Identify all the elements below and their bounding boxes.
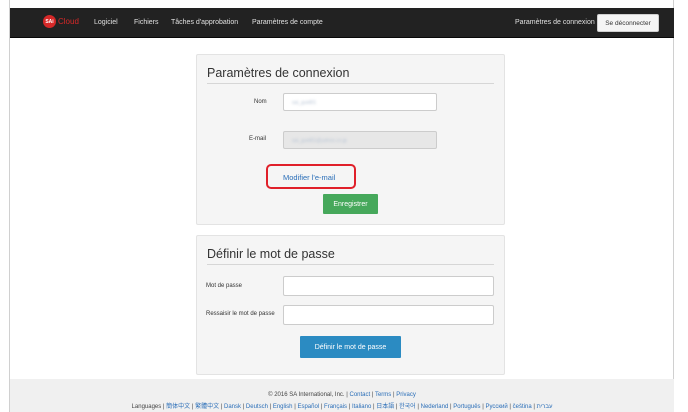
footer-languages-line: Languages | 簡体中文 | 繁體中文 | Dansk | Deutsc…: [131, 404, 553, 410]
top-navbar: SAi Cloud Logiciel Fichiers Tâches d'app…: [10, 8, 674, 38]
password-label: Mot de passe: [206, 283, 243, 289]
lang-link-cs[interactable]: čeština: [513, 404, 532, 410]
brand-cloud-text: Cloud: [58, 17, 79, 26]
lang-link-en[interactable]: English: [273, 404, 293, 410]
name-label: Nom: [254, 99, 267, 105]
password-panel-divider: [207, 264, 494, 265]
email-value: sai_guid01@yahoo.co.jp: [292, 138, 347, 144]
nav-item-logiciel[interactable]: Logiciel: [94, 19, 118, 26]
lang-link-zh-hant[interactable]: 繁體中文: [195, 404, 219, 410]
name-value: sai_guid01: [292, 100, 317, 106]
copyright-text: © 2016 SA International, Inc. |: [268, 392, 348, 398]
connection-panel-title: Paramètres de connexion: [207, 66, 350, 80]
languages-label: Languages |: [131, 404, 165, 410]
name-input[interactable]: sai_guid01: [283, 93, 437, 111]
lang-link-da[interactable]: Dansk: [224, 404, 241, 410]
lang-link-it[interactable]: Italiano: [352, 404, 371, 410]
lang-link-de[interactable]: Deutsch: [246, 404, 268, 410]
confirm-password-label: Ressaisir le mot de passe: [206, 311, 275, 317]
window-right-edge: [673, 0, 688, 412]
save-button[interactable]: Enregistrer: [323, 194, 378, 214]
email-label: E-mail: [249, 136, 267, 142]
footer-copyright-line: © 2016 SA International, Inc. | Contact …: [268, 392, 416, 398]
lang-link-ru[interactable]: Русский: [485, 404, 507, 410]
nav-item-connexion[interactable]: Paramètres de connexion: [515, 19, 595, 26]
window-left-edge: [0, 0, 10, 412]
lang-link-es[interactable]: Español: [297, 404, 319, 410]
lang-link-fr[interactable]: Français: [324, 404, 347, 410]
lang-link-he[interactable]: עברית: [537, 404, 553, 410]
password-panel-title: Définir le mot de passe: [207, 247, 335, 261]
sai-logo-icon: SAi: [43, 15, 56, 28]
nav-item-compte[interactable]: Paramètres de compte: [252, 19, 323, 26]
set-password-button[interactable]: Définir le mot de passe: [300, 336, 401, 358]
lang-link-nl[interactable]: Nederland: [421, 404, 449, 410]
logout-button[interactable]: Se déconnecter: [597, 14, 659, 32]
password-input[interactable]: [283, 276, 494, 296]
lang-link-pt[interactable]: Português: [453, 404, 480, 410]
highlight-annotation: [266, 164, 356, 189]
terms-link[interactable]: Terms: [375, 392, 391, 398]
page-footer: © 2016 SA International, Inc. | Contact …: [10, 379, 674, 412]
email-input: sai_guid01@yahoo.co.jp: [283, 131, 437, 149]
brand-logo[interactable]: SAi Cloud: [43, 15, 79, 28]
connection-panel-divider: [207, 83, 494, 84]
privacy-link[interactable]: Privacy: [396, 392, 416, 398]
lang-link-zh-hans[interactable]: 簡体中文: [166, 404, 190, 410]
lang-link-ko[interactable]: 한국어: [399, 404, 416, 410]
lang-link-ja[interactable]: 日本語: [376, 404, 394, 410]
contact-link[interactable]: Contact: [349, 392, 370, 398]
nav-item-approbation[interactable]: Tâches d'approbation: [171, 19, 238, 26]
nav-item-fichiers[interactable]: Fichiers: [134, 19, 159, 26]
confirm-password-input[interactable]: [283, 305, 494, 325]
